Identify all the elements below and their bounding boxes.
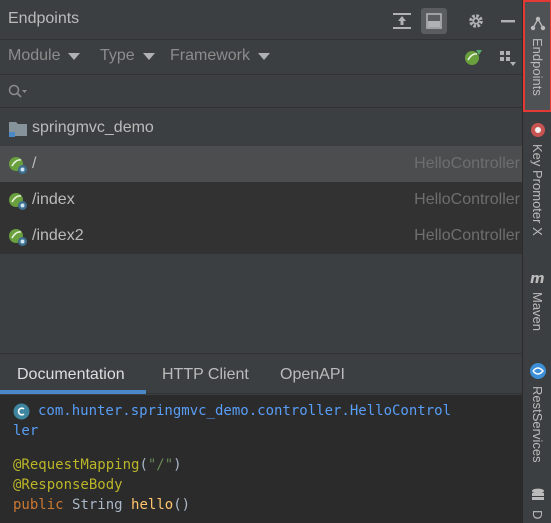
module-name: springmvc_demo <box>32 119 154 136</box>
spring-endpoint-icon <box>9 157 27 174</box>
tab-http-client[interactable]: HTTP Client <box>162 366 249 384</box>
details-tab-bar: Documentation HTTP Client OpenAPI <box>0 354 522 394</box>
chevron-down-icon <box>258 52 271 60</box>
tab-documentation[interactable]: Documentation <box>17 366 125 384</box>
endpoint-row[interactable]: / HelloController <box>0 146 522 182</box>
endpoint-controller: HelloController <box>414 191 520 208</box>
refresh-endpoints-button[interactable] <box>460 44 486 70</box>
paren-close: ) <box>173 457 182 473</box>
side-tab-label: Maven <box>530 292 545 332</box>
method-signature: public String hello() <box>13 497 190 513</box>
module-folder-icon <box>9 122 27 137</box>
chevron-down-icon <box>142 52 155 60</box>
key-promoter-icon <box>530 123 545 137</box>
side-tab-label: Key Promoter X <box>530 144 545 236</box>
side-tab-label: Endpoints <box>530 38 545 96</box>
endpoint-controller: HelloController <box>414 155 520 172</box>
endpoint-row[interactable]: /index2 HelloController <box>0 218 522 254</box>
type-filter-label: Type <box>100 47 135 64</box>
spring-endpoint-icon <box>9 193 27 210</box>
spring-refresh-icon <box>465 50 482 65</box>
filter-bar: Module Type Framework <box>0 40 522 75</box>
endpoints-icon <box>530 16 545 31</box>
side-tab-rest-services[interactable]: RestServices <box>523 362 551 472</box>
endpoint-path: /index2 <box>32 227 84 244</box>
database-icon <box>531 488 544 500</box>
side-tab-endpoints[interactable]: Endpoints <box>523 0 551 112</box>
side-tab-key-promoter[interactable]: Key Promoter X <box>523 122 551 252</box>
group-by-button[interactable] <box>494 44 520 70</box>
side-tab-label: RestServices <box>530 386 545 463</box>
layout-toggle-button[interactable] <box>421 8 447 34</box>
panel-layout-icon <box>426 13 442 29</box>
annotation-argument: "/" <box>147 457 174 473</box>
minimize-icon <box>501 20 515 23</box>
spring-endpoint-icon <box>9 229 27 246</box>
chevron-down-icon <box>68 52 81 60</box>
search-icon <box>8 84 27 98</box>
endpoints-panel: Endpoints Module Type Framework springmv… <box>0 0 522 523</box>
svg-text:m: m <box>530 271 545 286</box>
settings-button[interactable] <box>463 8 489 34</box>
tab-openapi[interactable]: OpenAPI <box>280 366 345 384</box>
maven-icon: m <box>530 271 545 286</box>
class-name-link-cont[interactable]: ler <box>13 423 38 439</box>
framework-filter-label: Framework <box>170 47 251 64</box>
search-bar <box>0 76 522 108</box>
search-input[interactable] <box>32 80 512 104</box>
minimize-button[interactable] <box>495 8 521 34</box>
endpoint-path: /index <box>32 191 75 208</box>
side-tab-maven[interactable]: m Maven <box>523 270 551 344</box>
module-node[interactable]: springmvc_demo <box>0 110 522 146</box>
side-tab-label: D <box>530 510 545 520</box>
expand-all-button[interactable] <box>389 8 415 34</box>
module-filter-label: Module <box>8 47 61 64</box>
endpoint-controller: HelloController <box>414 227 520 244</box>
modifier-keyword: public <box>13 497 64 513</box>
panel-header: Endpoints <box>0 0 522 40</box>
module-filter-dropdown[interactable]: Module <box>8 47 81 65</box>
paren-open: ( <box>139 457 148 473</box>
class-name-link[interactable]: com.hunter.springmvc_demo.controller.Hel… <box>38 403 451 419</box>
rest-services-icon <box>529 363 546 379</box>
method-name: hello <box>131 497 174 513</box>
expand-all-icon <box>393 13 411 29</box>
method-parens: () <box>173 497 191 513</box>
selected-tab-indicator <box>0 390 146 394</box>
class-icon <box>13 403 30 420</box>
framework-filter-dropdown[interactable]: Framework <box>170 47 271 65</box>
return-type: String <box>72 497 123 513</box>
type-filter-dropdown[interactable]: Type <box>100 47 155 65</box>
endpoint-row[interactable]: /index HelloController <box>0 182 522 218</box>
grid-dropdown-icon <box>500 51 516 66</box>
side-tab-database[interactable]: D <box>523 488 551 523</box>
gear-icon <box>469 14 483 28</box>
documentation-view: com.hunter.springmvc_demo.controller.Hel… <box>0 395 522 523</box>
request-mapping-annotation: @RequestMapping("/") <box>13 457 182 473</box>
right-tool-strip: Endpoints Key Promoter X m Maven RestSer… <box>522 0 551 523</box>
endpoint-path: / <box>32 155 37 172</box>
panel-title: Endpoints <box>8 10 80 27</box>
annotation-name: @RequestMapping <box>13 457 140 473</box>
response-body-annotation: @ResponseBody <box>13 477 123 493</box>
